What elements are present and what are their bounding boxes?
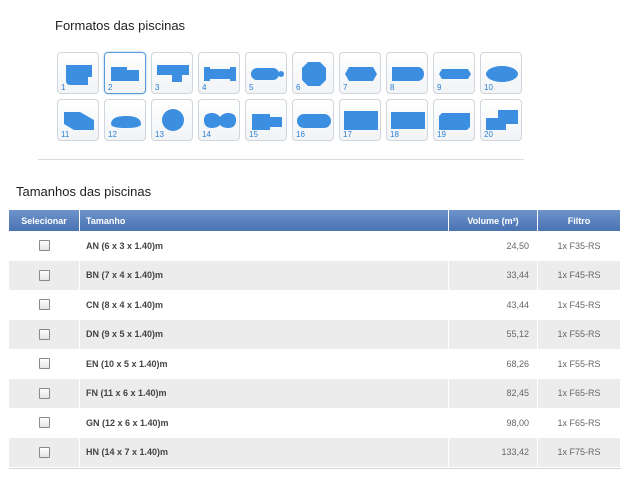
table-row: BN (7 x 4 x 1.40)m 33,44 1x F45-RS — [9, 260, 621, 290]
column-header-volume: Volume (m³) — [448, 210, 538, 231]
volume-cell: 33,44 — [448, 260, 538, 290]
pool-shape-number: 10 — [484, 83, 493, 92]
size-cell: GN (12 x 6 x 1.40)m — [79, 408, 449, 438]
pool-shape-number: 13 — [155, 130, 164, 139]
volume-cell: 55,12 — [448, 319, 538, 349]
pool-shape-tile-14[interactable]: 14 — [198, 99, 240, 141]
pool-shape-tile-3[interactable]: 3 — [151, 52, 193, 94]
size-cell: FN (11 x 6 x 1.40)m — [79, 378, 449, 408]
pool-shape-tile-18[interactable]: 18 — [386, 99, 428, 141]
filter-cell: 1x F55-RS — [537, 349, 621, 379]
pool-shape-tile-11[interactable]: 11 — [57, 99, 99, 141]
size-cell: EN (10 x 5 x 1.40)m — [79, 349, 449, 379]
select-checkbox[interactable] — [38, 299, 50, 311]
pool-shape-tile-19[interactable]: 19 — [433, 99, 475, 141]
select-checkbox[interactable] — [38, 328, 50, 340]
pool-shape-number: 3 — [155, 83, 160, 92]
filter-cell: 1x F55-RS — [537, 319, 621, 349]
pool-shape-tile-12[interactable]: 12 — [104, 99, 146, 141]
pool-shape-number: 4 — [202, 83, 207, 92]
pool-shape-tile-5[interactable]: 5 — [245, 52, 287, 94]
column-header-filter: Filtro — [537, 210, 621, 231]
pool-shape-number: 1 — [61, 83, 66, 92]
table-row: AN (6 x 3 x 1.40)m 24,50 1x F35-RS — [9, 231, 621, 261]
select-checkbox[interactable] — [38, 417, 50, 429]
table-row: HN (14 x 7 x 1.40)m 133,42 1x F75-RS — [9, 437, 621, 467]
pool-shape-tile-1[interactable]: 1 — [57, 52, 99, 94]
pool-shape-number: 19 — [437, 130, 446, 139]
volume-cell: 24,50 — [448, 231, 538, 261]
table-row: DN (9 x 5 x 1.40)m 55,12 1x F55-RS — [9, 319, 621, 349]
pool-shape-tile-16[interactable]: 16 — [292, 99, 334, 141]
pool-shape-tile-13[interactable]: 13 — [151, 99, 193, 141]
section-divider — [38, 159, 524, 160]
pool-shape-tile-7[interactable]: 7 — [339, 52, 381, 94]
volume-cell: 43,44 — [448, 290, 538, 320]
select-checkbox[interactable] — [38, 358, 50, 370]
pool-shape-number: 5 — [249, 83, 254, 92]
pool-shape-tile-6[interactable]: 6 — [292, 52, 334, 94]
pool-shape-number: 18 — [390, 130, 399, 139]
pool-shape-number: 14 — [202, 130, 211, 139]
table-header-row: Selecionar Tamanho Volume (m³) Filtro — [9, 210, 621, 231]
pool-shape-tile-17[interactable]: 17 — [339, 99, 381, 141]
pool-shape-number: 16 — [296, 130, 305, 139]
pool-shape-number: 20 — [484, 130, 493, 139]
select-checkbox[interactable] — [38, 387, 50, 399]
filter-cell: 1x F65-RS — [537, 378, 621, 408]
table-bottom-border — [9, 468, 621, 469]
select-checkbox[interactable] — [38, 240, 50, 252]
pool-shape-tile-9[interactable]: 9 — [433, 52, 475, 94]
table-row: FN (11 x 6 x 1.40)m 82,45 1x F65-RS — [9, 378, 621, 408]
pool-shape-number: 12 — [108, 130, 117, 139]
size-cell: BN (7 x 4 x 1.40)m — [79, 260, 449, 290]
size-cell: AN (6 x 3 x 1.40)m — [79, 231, 449, 261]
filter-cell: 1x F75-RS — [537, 437, 621, 467]
pool-shape-number: 17 — [343, 130, 352, 139]
filter-cell: 1x F45-RS — [537, 290, 621, 320]
pool-shape-tile-15[interactable]: 15 — [245, 99, 287, 141]
volume-cell: 133,42 — [448, 437, 538, 467]
table-row: EN (10 x 5 x 1.40)m 68,26 1x F55-RS — [9, 349, 621, 379]
select-checkbox[interactable] — [38, 269, 50, 281]
pool-shape-number: 2 — [108, 83, 113, 92]
pool-shape-tile-8[interactable]: 8 — [386, 52, 428, 94]
pool-shape-number: 15 — [249, 130, 258, 139]
pool-shape-number: 11 — [61, 130, 70, 139]
size-cell: CN (8 x 4 x 1.40)m — [79, 290, 449, 320]
formats-title: Formatos das piscinas — [55, 18, 186, 33]
column-header-size: Tamanho — [79, 210, 449, 231]
table-row: GN (12 x 6 x 1.40)m 98,00 1x F65-RS — [9, 408, 621, 438]
filter-cell: 1x F35-RS — [537, 231, 621, 261]
pool-sizes-table: Selecionar Tamanho Volume (m³) Filtro AN… — [9, 210, 621, 467]
volume-cell: 98,00 — [448, 408, 538, 438]
pool-shape-number: 8 — [390, 83, 395, 92]
select-checkbox[interactable] — [38, 446, 50, 458]
pool-shape-number: 9 — [437, 83, 442, 92]
pool-shape-tile-20[interactable]: 20 — [480, 99, 522, 141]
pool-shape-tile-4[interactable]: 4 — [198, 52, 240, 94]
volume-cell: 82,45 — [448, 378, 538, 408]
pool-shape-tile-10[interactable]: 10 — [480, 52, 522, 94]
volume-cell: 68,26 — [448, 349, 538, 379]
sizes-title: Tamanhos das piscinas — [16, 184, 152, 199]
pool-shape-tile-2[interactable]: 2 — [104, 52, 146, 94]
filter-cell: 1x F45-RS — [537, 260, 621, 290]
pool-shape-number: 7 — [343, 83, 348, 92]
filter-cell: 1x F65-RS — [537, 408, 621, 438]
table-row: CN (8 x 4 x 1.40)m 43,44 1x F45-RS — [9, 290, 621, 320]
size-cell: DN (9 x 5 x 1.40)m — [79, 319, 449, 349]
pool-shape-number: 6 — [296, 83, 301, 92]
size-cell: HN (14 x 7 x 1.40)m — [79, 437, 449, 467]
column-header-select: Selecionar — [9, 210, 80, 231]
